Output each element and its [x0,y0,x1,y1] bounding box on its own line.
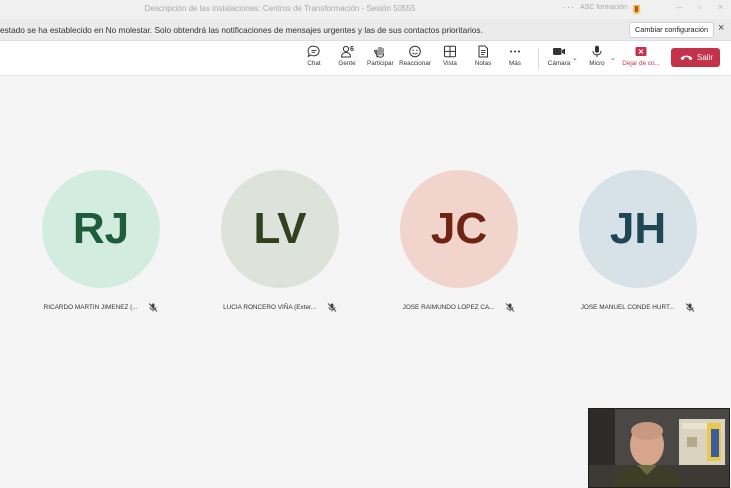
more-button[interactable]: Más [505,45,525,67]
chat-icon [307,45,320,58]
participant-name-row: JOSE MANUEL CONDE HURT... [524,303,731,312]
notes-label: Notas [474,60,492,67]
chat-label: Chat [307,60,321,67]
more-icon [510,50,520,53]
smiley-icon [409,45,421,58]
participant-name: JOSE MANUEL CONDE HURT... [580,304,675,312]
notes-icon [478,45,488,58]
window-title: Descripción de las instalaciones: Centro… [144,4,416,13]
react-button[interactable]: Reaccionar [399,45,431,67]
notification-message: estado se ha establecido en No molestar.… [0,25,483,35]
stop-sharing-button[interactable]: Dejar de co... [620,45,662,67]
mic-muted-icon [327,303,337,312]
raise-hand-icon [374,46,384,58]
change-settings-button[interactable]: Cambiar configuración [629,22,715,38]
view-button[interactable]: Vista [440,45,460,67]
mic-chevron-down-icon[interactable]: ⌄ [610,54,616,62]
org-name: ASC formación [580,4,628,11]
participant-avatar: RJ [42,170,160,288]
meeting-toolbar: Chat 6 Gente Participar Reaccionar Vista… [0,41,731,76]
mic-label: Micro [589,60,605,67]
org-avatar-icon[interactable] [630,3,643,16]
maximize-button[interactable]: ▫ [698,2,701,12]
people-button[interactable]: 6 Gente [336,45,358,67]
stop-share-icon [635,47,647,56]
mic-button[interactable]: Micro [586,45,608,67]
leave-button[interactable]: Salir [671,48,720,67]
participant-avatar: JC [400,170,518,288]
window-more-icon[interactable]: ··· [563,2,575,12]
people-label: Gente [338,60,356,67]
self-video-image [589,409,729,487]
view-label: Vista [443,60,457,67]
camera-icon [553,48,565,55]
participant-tile[interactable]: JC JOSE RAIMUNDO LOPEZ CA... [400,170,518,312]
notification-bar: estado se ha establecido en No molestar.… [0,19,731,41]
microphone-icon [592,45,602,57]
leave-label: Salir [697,53,714,62]
react-label: Reaccionar [399,60,431,67]
notes-button[interactable]: Notas [472,45,494,67]
camera-label: Cámara [547,60,571,67]
minimize-button[interactable]: – [677,2,682,12]
chat-button[interactable]: Chat [303,45,325,67]
camera-button[interactable]: Cámara [546,45,572,67]
participant-name: RICARDO MARTIN JIMENEZ (... [43,304,138,312]
mic-muted-icon [149,303,158,312]
more-label: Más [509,60,521,67]
participant-avatar: LV [221,170,339,288]
participant-avatar: JH [579,170,697,288]
raise-hand-button[interactable]: Participar [367,45,394,67]
mic-muted-icon [685,303,695,312]
notification-close-button[interactable]: × [718,22,724,34]
toolbar-divider [538,48,539,70]
stop-sharing-label: Dejar de co... [622,60,660,67]
people-count-badge: 6 [350,46,354,53]
participant-tile[interactable]: LV LUCIA RONCERO VIÑA (Exter... [221,170,339,312]
participant-tile[interactable]: RJ RICARDO MARTIN JIMENEZ (... [42,170,160,312]
self-video-preview[interactable] [588,408,730,488]
mic-muted-icon [506,303,515,312]
participant-tile[interactable]: JH JOSE MANUEL CONDE HURT... [579,170,697,312]
camera-chevron-down-icon[interactable]: ⌄ [572,54,578,62]
close-window-button[interactable]: × [718,2,723,12]
participant-name: JOSE RAIMUNDO LOPEZ CA... [402,304,495,312]
raise-hand-label: Participar [367,60,394,67]
grid-view-icon [444,45,456,58]
title-bar: Descripción de las instalaciones: Centro… [0,0,731,19]
hang-up-phone-icon [680,55,693,61]
participant-name: LUCIA RONCERO VIÑA (Exter... [223,304,317,312]
